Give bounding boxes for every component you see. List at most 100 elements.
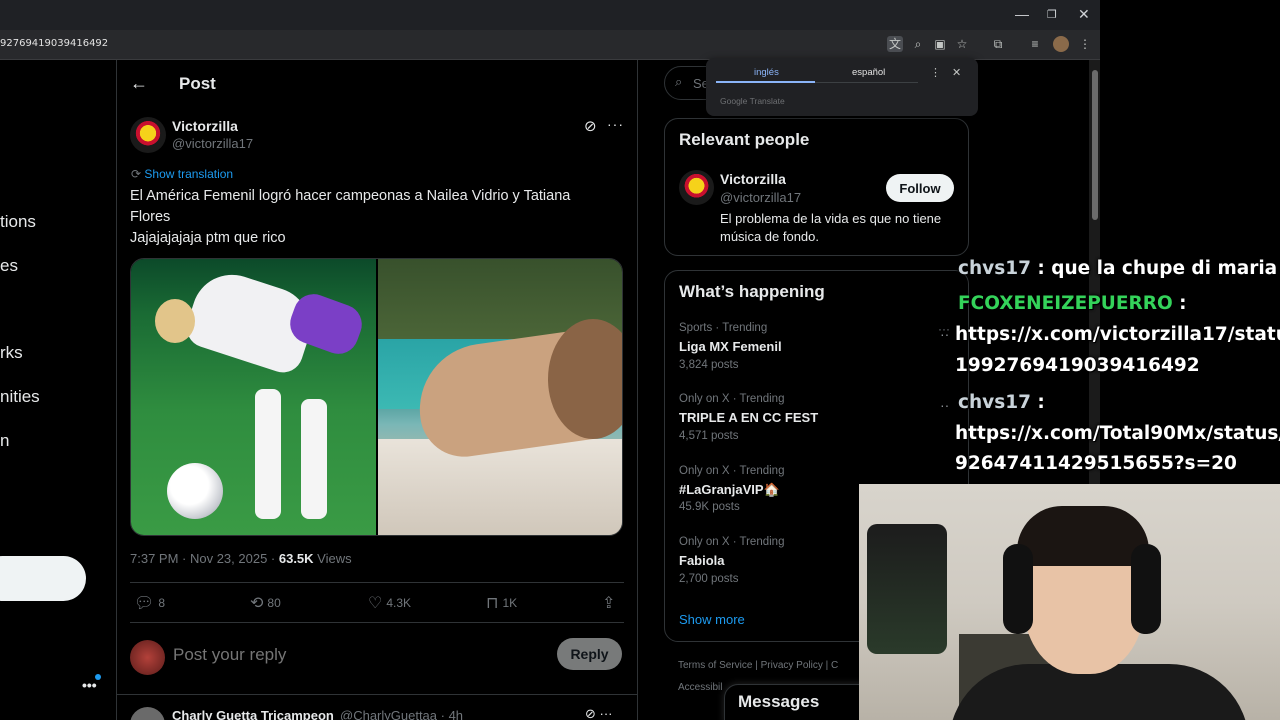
url-text[interactable]: 92769419039416492 xyxy=(0,38,108,49)
trend-count: 2,700 posts xyxy=(679,573,739,585)
media-image-pool[interactable] xyxy=(377,259,622,535)
streamer-hair-shape xyxy=(1017,506,1149,566)
account-more-icon[interactable]: ••• xyxy=(82,677,97,693)
nav-item-bookmarks[interactable]: rks xyxy=(0,343,23,363)
reply-count: 8 xyxy=(158,596,165,610)
relevant-people-title: Relevant people xyxy=(679,130,810,149)
page-title: Post xyxy=(179,74,216,93)
cast-icon[interactable]: ▣ xyxy=(932,36,948,52)
chat-text: : xyxy=(1030,392,1045,413)
trend-name[interactable]: Liga MX Femenil xyxy=(679,339,782,354)
reply-icon: 💬︎ xyxy=(134,595,155,612)
post-compose-button[interactable] xyxy=(0,556,86,601)
chat-message: chvs17 : que la chupe di maria xyxy=(958,258,1277,279)
reply-author-name[interactable]: Charly Guetta Tricampeon xyxy=(172,708,334,720)
my-avatar[interactable] xyxy=(130,640,165,675)
author-name[interactable]: Victorzilla xyxy=(172,118,238,134)
translate-globe-icon: ⟳ xyxy=(131,167,145,181)
post-timestamp: 7:37 PM · Nov 23, 2025 · 63.5K Views xyxy=(130,551,352,566)
post-media[interactable] xyxy=(130,258,623,536)
headset-icon xyxy=(1131,544,1161,634)
scrollbar-thumb[interactable] xyxy=(1092,70,1098,220)
like-action[interactable]: ♡ 4.3K xyxy=(368,593,411,613)
relevant-handle[interactable]: @victorzilla17 xyxy=(720,190,801,205)
post-time[interactable]: 7:37 PM · Nov 23, 2025 · xyxy=(130,551,279,566)
chat-text: 92647411429515655?s=20 xyxy=(955,453,1237,474)
trend-count: 45.9K posts xyxy=(679,501,740,513)
grok-icon[interactable]: ⊘ xyxy=(584,117,597,135)
nav-item-notifications[interactable]: tions xyxy=(0,212,36,232)
divider xyxy=(130,622,624,623)
translate-icon[interactable]: 文 xyxy=(887,36,903,52)
trend-name[interactable]: Fabiola xyxy=(679,553,725,568)
post-text-line2: Jajajajajaja ptm que rico xyxy=(130,230,286,246)
soccer-ball-shape xyxy=(167,463,223,519)
relevant-bio: El problema de la vida es que no tiene m… xyxy=(720,211,942,244)
nav-item-communities[interactable]: nities xyxy=(0,387,40,407)
restore-icon[interactable]: ❐ xyxy=(1047,8,1057,21)
chat-username: chvs17 xyxy=(958,392,1031,413)
relevant-avatar[interactable] xyxy=(679,170,714,205)
share-icon: ⇪ xyxy=(602,595,616,612)
chat-username: FCOXENEIZEPUERRO xyxy=(958,293,1173,314)
extensions-icon[interactable]: ⧉ xyxy=(990,36,1006,52)
chat-text: https://x.com/Total90Mx/status/19 xyxy=(955,423,1280,444)
profile-avatar-icon[interactable] xyxy=(1053,36,1069,52)
show-translation-link[interactable]: ⟳ Show translation xyxy=(131,167,233,181)
translate-tab-source[interactable]: inglés xyxy=(754,67,779,78)
media-image-soccer[interactable] xyxy=(131,259,376,535)
whats-happening-title: What’s happening xyxy=(679,282,825,301)
chat-badge-icon: ·· xyxy=(940,326,950,342)
repost-count: 80 xyxy=(267,596,281,610)
post-more-icon[interactable]: ··· xyxy=(607,116,624,132)
reply-author-handle[interactable]: @CharlyGuettaa · 4h xyxy=(340,708,463,720)
follow-button[interactable]: Follow xyxy=(886,174,954,202)
zoom-icon[interactable]: ⌕ xyxy=(910,36,926,52)
show-more-link[interactable]: Show more xyxy=(679,612,745,627)
reply-more-icon[interactable]: ⊘ ··· xyxy=(585,706,613,720)
player-head-shape xyxy=(155,299,195,343)
author-avatar[interactable] xyxy=(130,117,166,153)
nav-item-premium[interactable]: n xyxy=(0,431,9,451)
close-window-icon[interactable]: ✕ xyxy=(1078,6,1090,23)
repost-icon: ⟲ xyxy=(250,595,264,612)
views-label: Views xyxy=(313,551,352,566)
bookmark-icon: ⊓ xyxy=(486,595,499,612)
reply-button[interactable]: Reply xyxy=(557,638,622,670)
trend-count: 3,824 posts xyxy=(679,359,739,371)
translate-more-icon[interactable]: ⋮ xyxy=(930,66,941,79)
chat-message: FCOXENEIZEPUERRO : xyxy=(958,293,1187,314)
trend-meta: Only on X · Trending xyxy=(679,393,785,405)
chat-badge-icon: ·· xyxy=(940,397,950,413)
footer-links[interactable]: Terms of Service | Privacy Policy | C xyxy=(678,660,838,671)
trend-name[interactable]: #LaGranjaVIP🏠 xyxy=(679,482,780,498)
reply-input[interactable] xyxy=(173,645,473,665)
translate-tab-target[interactable]: español xyxy=(852,67,885,78)
chat-username: chvs17 xyxy=(958,258,1031,279)
chat-text: 1992769419039416492 xyxy=(955,355,1200,376)
translate-close-icon[interactable]: ✕ xyxy=(952,66,961,79)
messages-label[interactable]: Messages xyxy=(738,692,819,712)
bookmark-action[interactable]: ⊓ 1K xyxy=(486,593,517,613)
reply-action[interactable]: 💬︎ 8 xyxy=(134,593,165,613)
like-count: 4.3K xyxy=(386,596,412,610)
views-count: 63.5K xyxy=(278,551,314,566)
menu-kebab-icon[interactable]: ⋮ xyxy=(1077,36,1093,52)
chat-message: chvs17 : xyxy=(958,392,1045,413)
player-sock-shape xyxy=(301,399,327,519)
footer-links-2[interactable]: Accessibil xyxy=(678,682,722,693)
browser-titlebar: — ❐ ✕ xyxy=(0,0,1100,30)
back-arrow-icon[interactable]: ← xyxy=(130,73,148,94)
search-icon: ⌕ xyxy=(675,74,683,89)
author-handle[interactable]: @victorzilla17 xyxy=(172,136,253,151)
share-action[interactable]: ⇪ xyxy=(602,593,615,613)
relevant-name[interactable]: Victorzilla xyxy=(720,171,786,187)
minimize-icon[interactable]: — xyxy=(1015,6,1029,22)
nav-item-messages[interactable]: es xyxy=(0,256,18,276)
bookmark-star-icon[interactable]: ☆ xyxy=(954,36,970,52)
chat-text: https://x.com/victorzilla17/status/ xyxy=(955,324,1280,345)
repost-action[interactable]: ⟲ 80 xyxy=(250,593,281,613)
trend-meta: Only on X · Trending xyxy=(679,536,785,548)
media-controls-icon[interactable]: ≡ xyxy=(1027,36,1043,52)
trend-name[interactable]: TRIPLE A EN CC FEST xyxy=(679,410,818,425)
